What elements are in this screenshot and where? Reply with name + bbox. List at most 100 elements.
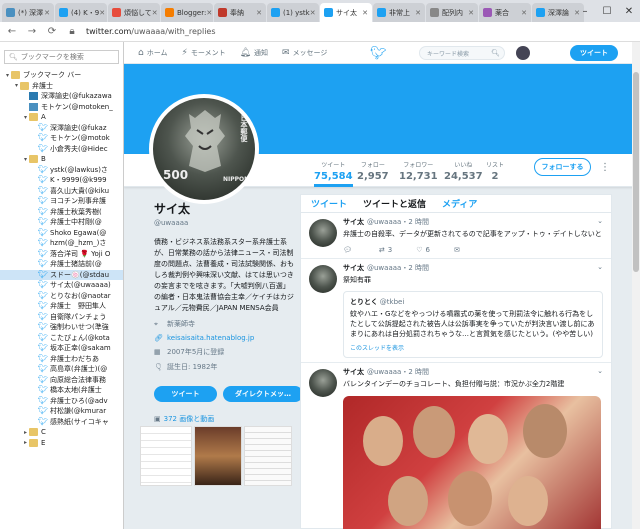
browser-tab[interactable]: 煩悩して ✕ [108, 3, 160, 22]
bookmark-item[interactable]: 🐦︎ 自衛隊パンチょう [0, 312, 123, 323]
page-scrollbar[interactable] [632, 42, 640, 529]
bookmark-folder[interactable]: ▾ B [0, 154, 123, 165]
chevron-down-icon[interactable]: ⌄ [597, 263, 603, 273]
browser-tab[interactable]: 薬合 ✕ [479, 3, 531, 22]
nav-home[interactable]: ⌂ ホーム [138, 48, 168, 58]
profile-stat[interactable]: ツイート 75,584 [314, 160, 353, 187]
nav-notifications[interactable]: 🔔︎ 通知 [240, 48, 268, 58]
bookmark-folder[interactable]: ▾ A [0, 112, 123, 123]
profile-stat[interactable]: フォロワー 12,731 [399, 160, 438, 182]
timeline-tab[interactable]: ツイート [311, 197, 347, 210]
nav-messages[interactable]: ✉ メッセージ [282, 48, 327, 58]
direct-message-button[interactable]: ダイレクトメッ… [223, 386, 303, 402]
twitter-bird-icon[interactable]: 🐦︎ [370, 46, 387, 61]
follow-button[interactable]: フォローする [534, 158, 591, 176]
bookmark-item[interactable]: 🐦︎ こたぴょん(@kota [0, 333, 123, 344]
retweet-action[interactable]: ⇄ 3 [379, 246, 392, 254]
tweet-image[interactable] [343, 396, 601, 529]
profile-stat[interactable]: いいね 24,537 [444, 160, 483, 182]
like-action[interactable]: ♡ 6 [416, 246, 430, 254]
bookmark-folder[interactable]: ▸ E [0, 438, 123, 449]
browser-tab[interactable]: (4) K・9 ✕ [55, 3, 107, 22]
bookmark-item[interactable]: 🐦︎ 坂本正幸(@sakam [0, 343, 123, 354]
quoted-tweet[interactable]: とりとく @tkbei 蚊やハエ・Gなどをやっつける噴霧式の薬を使って刑罰法令に触れ… [343, 291, 603, 358]
browser-tab[interactable]: Blogger: ✕ [161, 3, 213, 22]
timeline-tab[interactable]: メディア [442, 197, 477, 210]
expand-arrow-icon[interactable]: ▾ [13, 82, 20, 89]
tab-close-icon[interactable]: ✕ [362, 9, 368, 17]
bookmark-item[interactable]: 🐦︎ サイ太(@uwaaaa) [0, 280, 123, 291]
browser-tab[interactable]: 奉納 ✕ [214, 3, 266, 22]
bookmark-item[interactable]: 🐦︎ 村松謙(@kmurar [0, 406, 123, 417]
tab-close-icon[interactable]: ✕ [310, 9, 316, 17]
chevron-down-icon[interactable]: ⌄ [597, 367, 603, 377]
tweet-author[interactable]: サイ太 [343, 217, 364, 227]
tab-close-icon[interactable]: ✕ [468, 9, 474, 17]
bookmark-item[interactable]: 🐦︎ hzm(@_hzm_)さ [0, 238, 123, 249]
bookmark-item[interactable]: 🐦︎ スドー🍥(@stdau [0, 269, 123, 280]
bookmark-item[interactable]: 🐦︎ 落合洋司 🌹 Yoji O [0, 249, 123, 260]
bookmark-folder[interactable]: ▸ C [0, 427, 123, 438]
browser-tab[interactable]: (*) 深澤 ✕ [2, 3, 54, 22]
more-options-icon[interactable]: ⋮ [600, 162, 610, 173]
expand-arrow-icon[interactable]: ▾ [22, 156, 29, 163]
tweet[interactable]: サイ太 @uwaaaa・2 時間 ⌄ バレンタインデーのチョコレート、負担付贈与説：市… [301, 363, 611, 529]
tab-close-icon[interactable]: ✕ [415, 9, 421, 17]
expand-arrow-icon[interactable]: ▾ [22, 114, 29, 121]
nav-moments[interactable]: ⚡︎ モーメント [182, 48, 226, 58]
bookmark-item[interactable]: 🐦︎ Shoko Egawa(@ [0, 228, 123, 239]
bookmark-folder[interactable]: ▾ ブックマーク バー [0, 70, 123, 81]
tweet-avatar[interactable] [309, 219, 337, 247]
forward-icon[interactable]: → [26, 26, 38, 37]
bookmark-item[interactable]: 🐦︎ 弁護士中村剛(@ [0, 217, 123, 228]
expand-arrow-icon[interactable]: ▸ [22, 439, 29, 446]
maximize-icon[interactable]: ☐ [596, 0, 618, 22]
tab-close-icon[interactable]: ✕ [206, 9, 212, 17]
tweet-author[interactable]: サイ太 [343, 263, 364, 273]
bookmark-item[interactable]: 🐦︎ 向原総合法律事務 [0, 375, 123, 386]
chevron-down-icon[interactable]: ⌄ [597, 217, 603, 227]
compose-tweet-button[interactable]: ツイート [570, 45, 618, 61]
scrollbar-thumb[interactable] [633, 72, 639, 272]
bookmark-item[interactable]: 🐦︎ ヨコチン刑事弁護 [0, 196, 123, 207]
close-window-icon[interactable]: ✕ [618, 0, 640, 22]
profile-stat[interactable]: リスト 2 [486, 160, 504, 182]
bookmark-item[interactable]: モトケン(@motoken_ [0, 102, 123, 113]
media-thumb[interactable] [244, 426, 292, 486]
bookmark-item[interactable]: 深澤諭史(@fukazawa [0, 91, 123, 102]
bookmark-item[interactable]: 🐦︎ 弁護士わだちあ [0, 354, 123, 365]
bookmark-search-box[interactable]: 🔍︎ [4, 50, 119, 64]
bookmark-item[interactable]: 🐦︎ 弁護士猪詰前(@ [0, 259, 123, 270]
profile-website[interactable]: 🔗︎ keisaisaita.hatenablog.jp [154, 334, 294, 342]
tweet[interactable]: サイ太 @uwaaaa・2 時間 ⌄ 弁護士の自殺率、データが更新されてるので記事をア… [301, 213, 611, 259]
browser-tab[interactable]: 配列内 ✕ [426, 3, 478, 22]
bookmark-item[interactable]: 🐦︎ 小倉秀夫(@Hidec [0, 144, 123, 155]
tab-close-icon[interactable]: ✕ [521, 9, 527, 17]
bookmark-item[interactable]: 🐦︎ とりなお(@naotar [0, 291, 123, 302]
expand-arrow-icon[interactable]: ▸ [22, 429, 29, 436]
media-thumb[interactable] [194, 426, 242, 486]
media-thumb[interactable] [140, 426, 192, 486]
reply-action[interactable]: 💬︎ [343, 246, 355, 254]
bookmark-item[interactable]: 🐦︎ 弁護士ひろ(@adv [0, 396, 123, 407]
bookmark-item[interactable]: 🐦︎ 強制わいせつ(準強 [0, 322, 123, 333]
tweet[interactable]: サイ太 @uwaaaa・2 時間 ⌄ 祭知有罪 とりとく @tkbei 蚊やハエ・Gなどをや… [301, 259, 611, 363]
bookmark-item[interactable]: 🐦︎ 弁護士 野田隼人 [0, 301, 123, 312]
back-icon[interactable]: ← [6, 26, 18, 37]
bookmark-folder[interactable]: ▾ 弁護士 [0, 81, 123, 92]
profile-stat[interactable]: フォロー 2,957 [357, 160, 389, 182]
media-link[interactable]: ▣ 372 画像と動画 [154, 414, 214, 424]
bookmark-search-input[interactable] [20, 53, 118, 61]
message-action[interactable]: ✉ [454, 246, 460, 254]
bookmark-item[interactable]: 🐦︎ 橋本太地(弁護士 [0, 385, 123, 396]
account-avatar[interactable] [516, 46, 530, 60]
bookmark-item[interactable]: 🐦︎ 深澤諭史(@fukaz [0, 123, 123, 134]
browser-tab[interactable]: サイ太 ✕ [320, 3, 372, 22]
profile-handle[interactable]: @uwaaaa [154, 219, 294, 227]
tab-close-icon[interactable]: ✕ [152, 9, 158, 17]
search-icon[interactable]: 🔍︎ [491, 49, 500, 57]
reload-icon[interactable]: ⟳ [46, 26, 58, 37]
bookmark-item[interactable]: 🐦︎ モトケン(@motok [0, 133, 123, 144]
tab-close-icon[interactable]: ✕ [256, 9, 262, 17]
bookmark-item[interactable]: 🐦︎ 喜久山大貴(@kiku [0, 186, 123, 197]
